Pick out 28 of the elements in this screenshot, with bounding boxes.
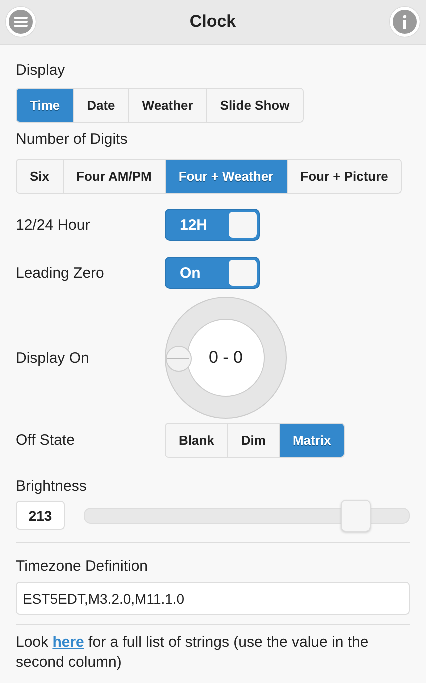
section-label: Brightness <box>16 477 88 497</box>
row-label: Leading Zero <box>16 264 106 282</box>
segment-button[interactable]: Six <box>17 160 64 193</box>
segment-button[interactable]: Matrix <box>280 424 344 457</box>
row-label: Display On <box>16 350 90 366</box>
info-icon <box>402 15 408 29</box>
section-label: Display <box>16 61 66 81</box>
here-link[interactable]: here <box>52 634 84 651</box>
row-label: Off State <box>16 432 76 449</box>
text-field[interactable]: EST5EDT,M3.2.0,M11.1.0 <box>16 582 410 615</box>
segment-button[interactable]: Time <box>17 89 74 122</box>
segment-button[interactable]: Blank <box>166 424 228 457</box>
help-text: Look here for a full list of strings (use the value in the second column) <box>16 633 370 673</box>
toggle-switch[interactable]: 12H <box>165 209 260 241</box>
section-label: Timezone Definition <box>16 557 150 577</box>
round-slider[interactable]: 0 - 0 <box>165 297 287 419</box>
slider-handle[interactable] <box>340 500 371 532</box>
number-field[interactable]: 213 <box>16 501 65 530</box>
menu-icon <box>14 16 28 28</box>
toggle-switch[interactable]: On <box>165 257 260 289</box>
row-label: 12/24 Hour <box>16 216 92 234</box>
page-title: Clock <box>190 12 236 32</box>
slider-handle[interactable] <box>166 346 192 372</box>
section-label: Number of Digits <box>16 130 129 150</box>
segment-button[interactable]: Four + Weather <box>166 160 288 193</box>
range-value: 0 - 0 <box>187 319 265 397</box>
menu-button[interactable] <box>6 7 36 37</box>
info-button[interactable] <box>390 7 420 37</box>
